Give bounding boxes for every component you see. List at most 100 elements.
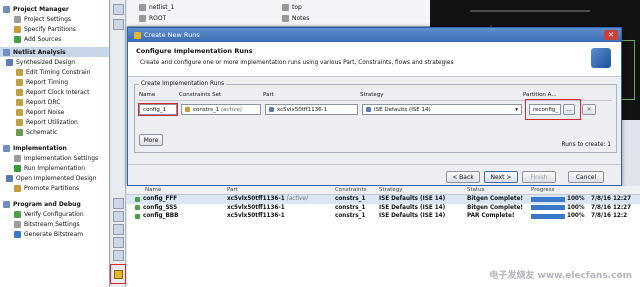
tab-netlist[interactable]: netlist_1 <box>139 2 174 12</box>
nav-implementation-settings[interactable]: Implementation Settings <box>0 153 109 163</box>
create-runs-button[interactable] <box>110 264 126 284</box>
run-date-cell: 7/8/16 12:27 <box>591 204 632 211</box>
run-status-cell: PAR Complete! <box>467 213 515 220</box>
run-status-cell: Bitgen Complete! <box>467 196 524 203</box>
netlist-icon <box>139 3 146 11</box>
root-icon <box>139 14 146 22</box>
nav-report-drc[interactable]: Report DRC <box>0 97 109 107</box>
tab-top[interactable]: top <box>282 2 302 12</box>
nav-report-timing[interactable]: Report Timing <box>0 77 109 87</box>
clock-icon <box>16 68 23 76</box>
app-icon <box>134 31 141 39</box>
toolbar-button[interactable] <box>113 4 124 15</box>
nav-generate-bitstream[interactable]: Generate Bitstream <box>0 229 109 239</box>
nav-specify-partitions[interactable]: Specify Partitions <box>0 24 109 34</box>
nav-edit-timing[interactable]: Edit Timing Constrain <box>0 67 109 77</box>
nav-project-settings[interactable]: Project Settings <box>0 14 109 24</box>
next-button[interactable]: Next > <box>484 171 518 183</box>
nav-verify-configuration[interactable]: Verify Configuration <box>0 209 109 219</box>
run-name-field[interactable]: config_1 <box>138 103 178 116</box>
table-row[interactable]: config_SSS xc5vlx50tff1136-1 constrs_1 I… <box>127 204 640 213</box>
section-project-manager[interactable]: Project Manager <box>0 4 109 14</box>
dialog-header: Configure Implementation Runs Create and… <box>128 42 621 77</box>
group-label: Create Implementation Runs <box>141 81 225 87</box>
strategy-select[interactable]: ISE Defaults (ISE 14) ▾ <box>362 104 522 115</box>
create-new-runs-dialog: Create New Runs ✕ Configure Implementati… <box>127 27 622 186</box>
nav-add-sources[interactable]: Add Sources <box>0 34 109 44</box>
tab-root[interactable]: ROOT <box>139 13 166 23</box>
constraints-select[interactable]: constrs_1 (active) <box>181 104 261 115</box>
nav-schematic[interactable]: Schematic <box>0 127 109 137</box>
progress-track <box>531 213 565 219</box>
progress-bar <box>531 196 565 202</box>
flow-navigator: Project Manager Project Settings Specify… <box>0 0 110 287</box>
run-part-cell: xc5vlx50tff1136-1 <box>227 204 285 211</box>
nav-report-noise[interactable]: Report Noise <box>0 107 109 117</box>
dialog-footer-divider <box>128 164 621 165</box>
up-icon[interactable] <box>113 198 124 209</box>
chip-icon <box>269 107 274 112</box>
expand-icon <box>6 174 13 182</box>
collapse-icon[interactable] <box>3 48 10 56</box>
add-icon <box>14 35 21 43</box>
run-date-cell: 7/8/16 12:27 <box>591 196 632 203</box>
section-netlist-analysis[interactable]: Netlist Analysis <box>0 47 109 57</box>
schematic-icon <box>16 128 23 136</box>
table-row[interactable]: config_BBB xc5vlx50tff1136-1 constrs_1 I… <box>127 212 640 221</box>
add-run-icon <box>113 269 123 279</box>
col-part: Part <box>263 92 274 98</box>
part-select[interactable]: xc5vlx50tff1136-1 <box>265 104 358 115</box>
run-strategy-cell: ISE Defaults (ISE 14) <box>379 204 446 211</box>
nav-promote-partitions[interactable]: Promote Partitions <box>0 183 109 193</box>
col-constraints: Constraints Set <box>179 92 222 98</box>
status-check-icon <box>135 196 140 202</box>
partition-field[interactable]: reconfig_ <box>529 104 561 115</box>
nav-bitstream-settings[interactable]: Bitstream Settings <box>0 219 109 229</box>
progress-bar <box>531 213 565 219</box>
chevron-down-icon[interactable]: ▾ <box>515 107 518 113</box>
nav-report-utilization[interactable]: Report Utilization <box>0 117 109 127</box>
nav-report-clock[interactable]: Report Clock Interact <box>0 87 109 97</box>
stop-icon[interactable] <box>113 250 124 261</box>
remove-row-button[interactable]: ✕ <box>582 104 596 115</box>
nav-synthesized-design[interactable]: Synthesized Design <box>0 57 109 67</box>
progress-track <box>531 196 565 202</box>
run-strategy-cell: ISE Defaults (ISE 14) <box>379 196 446 203</box>
col-partition: Partition A... <box>523 92 557 98</box>
gear-icon <box>14 154 21 162</box>
finish-button[interactable]: Finish <box>522 171 556 183</box>
collapse-icon[interactable] <box>3 5 10 13</box>
cancel-button[interactable]: Cancel <box>568 171 604 183</box>
partition-icon <box>14 25 21 33</box>
nav-open-implemented[interactable]: Open Implemented Design <box>0 173 109 183</box>
close-button[interactable]: ✕ <box>604 30 618 40</box>
nav-run-implementation[interactable]: Run Implementation <box>0 163 109 173</box>
vertical-toolbar <box>110 0 126 287</box>
device-trace <box>470 10 590 12</box>
notes-icon <box>282 14 289 22</box>
tab-notes[interactable]: Notes <box>282 13 309 23</box>
run-date-cell: 7/8/16 12:2 <box>591 213 628 220</box>
back-button[interactable]: < Back <box>446 171 480 183</box>
run-strategy-cell: ISE Defaults (ISE 14) <box>379 213 446 220</box>
module-icon <box>282 3 289 11</box>
runs-table-header: Name Part Constraints Strategy Status Pr… <box>127 186 640 195</box>
collapse-icon[interactable] <box>3 144 10 152</box>
collapse-icon[interactable] <box>3 200 10 208</box>
play-icon[interactable] <box>113 237 124 248</box>
report-icon <box>16 88 23 96</box>
report-icon <box>16 108 23 116</box>
play-icon[interactable] <box>113 211 124 222</box>
toolbar-button[interactable] <box>113 19 124 30</box>
run-progress-cell: 100% <box>531 196 591 202</box>
fast-forward-icon[interactable] <box>113 224 124 235</box>
more-button[interactable]: More <box>139 134 163 146</box>
section-program-debug[interactable]: Program and Debug <box>0 199 109 209</box>
col-name: Name <box>139 92 156 98</box>
table-row[interactable]: config_FFF xc5vlx50tff1136-1 (active) co… <box>127 195 640 204</box>
browse-button[interactable]: ... <box>563 104 575 115</box>
design-icon <box>6 58 13 66</box>
section-implementation[interactable]: Implementation <box>0 143 109 153</box>
run-name-cell: config_FFF <box>127 196 227 202</box>
run-constraints-cell: constrs_1 <box>335 204 366 211</box>
